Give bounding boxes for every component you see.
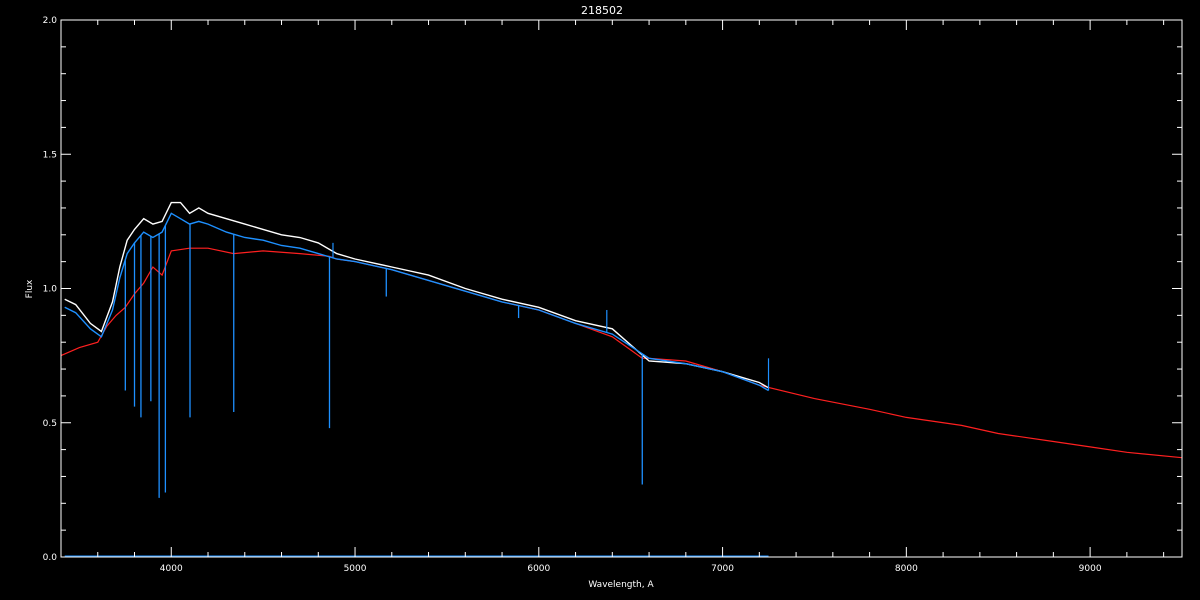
y-tick-label: 0.0: [43, 553, 58, 563]
x-tick-label: 9000: [1079, 564, 1102, 574]
y-tick-label: 2.0: [43, 16, 58, 26]
plot-series-group: [60, 201, 1183, 557]
spectrum-chart: 218502 4000 5000 6000 7000 8000 9000 0.0 0.5 1.…: [25, 4, 1183, 590]
x-tick-label: 8000: [895, 564, 918, 574]
x-axis: 4000 5000 6000 7000 8000 9000: [60, 20, 1165, 574]
y-tick-label: 0.5: [43, 419, 57, 429]
y-tick-label: 1.5: [43, 150, 57, 160]
series-line-observed: [64, 212, 769, 392]
x-tick-label: 7000: [711, 564, 734, 574]
chart-title: 218502: [581, 4, 623, 17]
x-tick-label: 5000: [344, 564, 367, 574]
x-tick-label: 4000: [160, 564, 183, 574]
y-axis: 0.0 0.5 1.0 1.5 2.0: [43, 16, 1182, 563]
series-line-model: [60, 247, 1183, 459]
y-tick-label: 1.0: [43, 285, 58, 295]
y-axis-title: Flux: [25, 279, 35, 298]
x-axis-title: Wavelength, A: [588, 580, 654, 590]
x-tick-label: 6000: [527, 564, 550, 574]
plot-frame: [60, 19, 1183, 558]
